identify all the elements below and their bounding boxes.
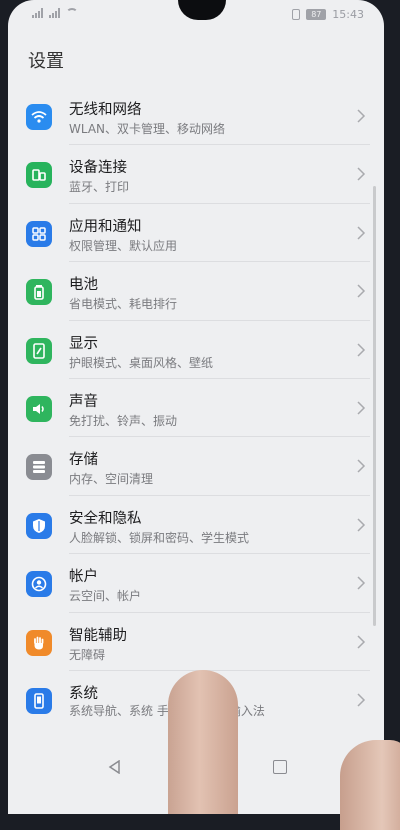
- settings-item-sound[interactable]: 声音 免打扰、铃声、振动: [8, 379, 384, 438]
- item-subtitle: 权限管理、默认应用: [69, 238, 178, 253]
- item-subtitle: 人脸解锁、锁屏和密码、学生模式: [69, 530, 250, 545]
- wifi-status-icon: [66, 8, 78, 18]
- chevron-right-icon: [357, 518, 366, 532]
- item-title: 无线和网络: [69, 102, 142, 118]
- settings-item-device-connection[interactable]: 设备连接 蓝牙、打印: [8, 145, 384, 204]
- item-subtitle: 蓝牙、打印: [69, 180, 130, 195]
- status-right: 87 15:43: [292, 8, 364, 21]
- settings-item-security-privacy[interactable]: 安全和隐私 人脸解锁、锁屏和密码、学生模式: [8, 496, 384, 555]
- item-title: 系统: [69, 685, 98, 702]
- clock: 15:43: [332, 8, 364, 21]
- chevron-right-icon: [357, 401, 366, 415]
- settings-item-apps-notifications[interactable]: 应用和通知 权限管理、默认应用: [8, 204, 384, 263]
- status-left: [32, 8, 78, 18]
- storage-icon: [26, 454, 52, 481]
- battery-icon: [26, 279, 52, 306]
- item-subtitle: 云空间、帐户: [69, 589, 142, 604]
- finger-overlay: [168, 670, 238, 814]
- chevron-right-icon: [357, 109, 366, 123]
- chevron-right-icon: [357, 343, 366, 357]
- signal-icon: [49, 8, 60, 18]
- item-title: 智能辅助: [69, 627, 127, 644]
- shield-icon: [26, 512, 52, 539]
- display-icon: [26, 337, 52, 364]
- device-connect-icon: [26, 162, 52, 189]
- item-title: 显示: [69, 335, 98, 352]
- item-subtitle: 内存、空间清理: [69, 472, 154, 487]
- recents-icon[interactable]: [273, 760, 287, 774]
- chevron-right-icon: [357, 576, 366, 590]
- phone-screen: 87 15:43 设置 无线和网络 WLAN、双卡管理、移动网络 设备连接 蓝牙…: [8, 0, 384, 814]
- account-icon: [26, 571, 52, 598]
- status-bar: 87 15:43: [8, 6, 384, 26]
- phone-icon: [26, 687, 52, 714]
- chevron-right-icon: [357, 459, 366, 473]
- settings-item-battery[interactable]: 电池 省电模式、耗电排行: [8, 262, 384, 321]
- back-icon[interactable]: [108, 760, 122, 774]
- vibrate-icon: [292, 9, 301, 20]
- item-title: 安全和隐私: [69, 510, 142, 527]
- sound-icon: [26, 395, 52, 422]
- chevron-right-icon: [357, 693, 366, 707]
- finger-overlay: [340, 740, 400, 830]
- item-title: 设备连接: [69, 160, 127, 177]
- item-title: 声音: [69, 393, 98, 410]
- chevron-right-icon: [357, 167, 366, 181]
- chevron-right-icon: [357, 226, 366, 240]
- settings-list: 无线和网络 WLAN、双卡管理、移动网络 设备连接 蓝牙、打印 应用和通知 权限…: [8, 87, 384, 729]
- scrollbar[interactable]: [373, 186, 376, 626]
- settings-item-display[interactable]: 显示 护眼模式、桌面风格、壁纸: [8, 321, 384, 379]
- signal-icon: [32, 8, 43, 18]
- item-title: 应用和通知: [69, 218, 142, 235]
- item-subtitle: 无障碍: [69, 647, 106, 662]
- item-subtitle: 免打扰、铃声、振动: [69, 413, 178, 428]
- chevron-right-icon: [357, 284, 366, 298]
- hand-icon: [26, 629, 52, 656]
- item-title: 帐户: [69, 569, 98, 586]
- page-title: 设置: [28, 51, 64, 72]
- settings-item-smart-assistance[interactable]: 智能辅助 无障碍: [8, 613, 384, 671]
- item-subtitle: 护眼模式、桌面风格、壁纸: [69, 355, 214, 370]
- item-subtitle: WLAN、双卡管理、移动网络: [69, 122, 226, 136]
- settings-item-storage[interactable]: 存储 内存、空间清理: [8, 437, 384, 496]
- apps-icon: [26, 220, 52, 247]
- settings-item-wireless-network[interactable]: 无线和网络 WLAN、双卡管理、移动网络: [8, 87, 384, 146]
- item-title: 存储: [69, 452, 98, 469]
- wifi-icon: [26, 104, 52, 130]
- item-subtitle: 省电模式、耗电排行: [69, 297, 178, 312]
- item-title: 电池: [69, 277, 98, 294]
- settings-item-account[interactable]: 帐户 云空间、帐户: [8, 554, 384, 613]
- chevron-right-icon: [357, 634, 366, 649]
- battery-level: 87: [306, 9, 327, 20]
